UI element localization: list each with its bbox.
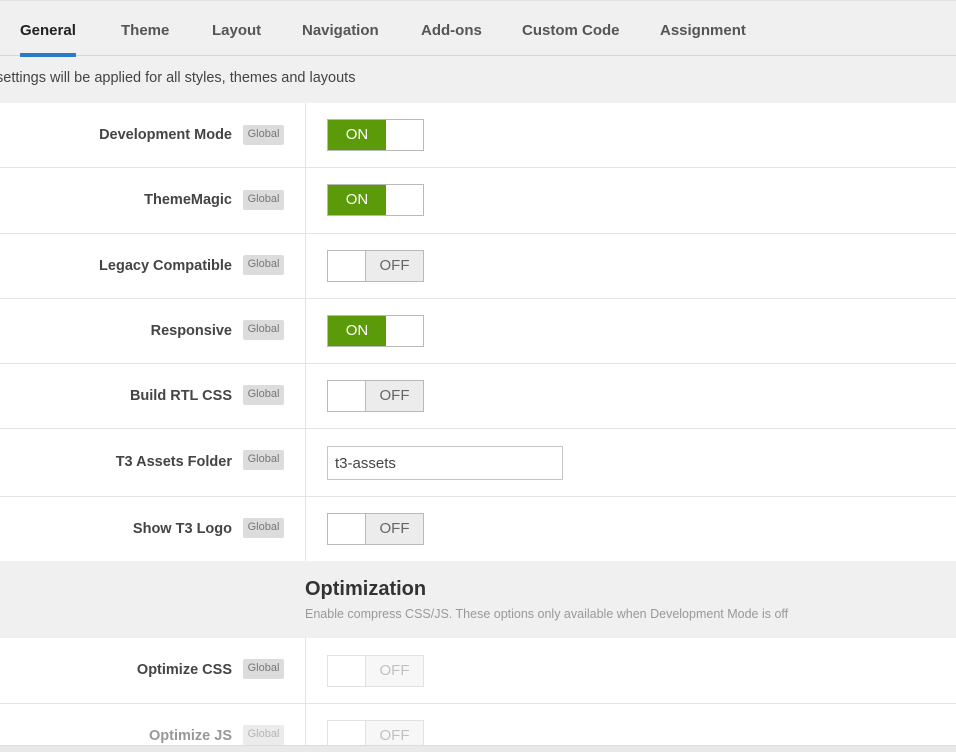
toggle-off-label: OFF [365,656,423,686]
show-t3-logo-toggle[interactable]: ON OFF [327,513,424,545]
tab-assignment[interactable]: Assignment [660,1,746,57]
setting-row-responsive: Responsive Global ON OFF [0,299,956,364]
responsive-toggle[interactable]: ON OFF [327,315,424,347]
setting-row-legacy-compatible: Legacy Compatible Global ON OFF [0,234,956,299]
global-badge: Global [243,255,284,275]
setting-row-optimize-js: Optimize JS Global ON OFF [0,704,956,752]
settings-notice: settings will be applied for all styles,… [0,70,356,86]
global-badge: Global [243,659,284,679]
t3-assets-folder-input[interactable] [327,446,563,480]
setting-row-t3-assets-folder: T3 Assets Folder Global [0,429,956,497]
setting-label: Show T3 Logo [132,521,232,537]
setting-row-thememagic: ThemeMagic Global ON OFF [0,168,956,234]
setting-row-show-t3-logo: Show T3 Logo Global ON OFF [0,497,956,561]
optimization-section-header: Optimization Enable compress CSS/JS. The… [0,561,956,638]
tab-theme[interactable]: Theme [121,1,169,57]
setting-label: Development Mode [99,127,232,143]
setting-row-optimize-css: Optimize CSS Global ON OFF [0,638,956,704]
global-badge: Global [243,450,284,470]
global-badge: Global [243,725,284,745]
tab-add-ons[interactable]: Add-ons [421,1,482,57]
toggle-off-label: OFF [365,381,423,411]
toggle-on-label: ON [328,185,386,215]
toggle-on-label: ON [328,120,386,150]
legacy-compatible-toggle[interactable]: ON OFF [327,250,424,282]
setting-label: T3 Assets Folder [115,454,232,470]
toggle-off-label: OFF [365,251,423,281]
tab-bar: General Theme Layout Navigation Add-ons … [0,0,956,57]
setting-label: Legacy Compatible [99,258,232,274]
tab-custom-code[interactable]: Custom Code [522,1,620,57]
setting-label: Build RTL CSS [129,388,232,404]
optimize-css-toggle[interactable]: ON OFF [327,655,424,687]
tab-layout[interactable]: Layout [212,1,261,57]
setting-label: Optimize CSS [136,662,232,678]
thememagic-toggle[interactable]: ON OFF [327,184,424,216]
global-badge: Global [243,190,284,210]
setting-label: Optimize JS [149,728,232,744]
global-badge: Global [243,320,284,340]
setting-label: Responsive [150,323,232,339]
global-badge: Global [243,385,284,405]
development-mode-toggle[interactable]: ON OFF [327,119,424,151]
build-rtl-css-toggle[interactable]: ON OFF [327,380,424,412]
section-title: Optimization [305,578,427,600]
toggle-off-label: OFF [365,514,423,544]
tab-general[interactable]: General [20,1,76,57]
setting-row-build-rtl-css: Build RTL CSS Global ON OFF [0,364,956,429]
horizontal-scrollbar[interactable] [0,745,956,752]
global-badge: Global [243,125,284,145]
global-badge: Global [243,518,284,538]
section-description: Enable compress CSS/JS. These options on… [305,607,789,621]
toggle-on-label: ON [328,316,386,346]
tab-navigation[interactable]: Navigation [302,1,379,57]
setting-label: ThemeMagic [144,192,232,208]
setting-row-development-mode: Development Mode Global ON OFF [0,103,956,168]
